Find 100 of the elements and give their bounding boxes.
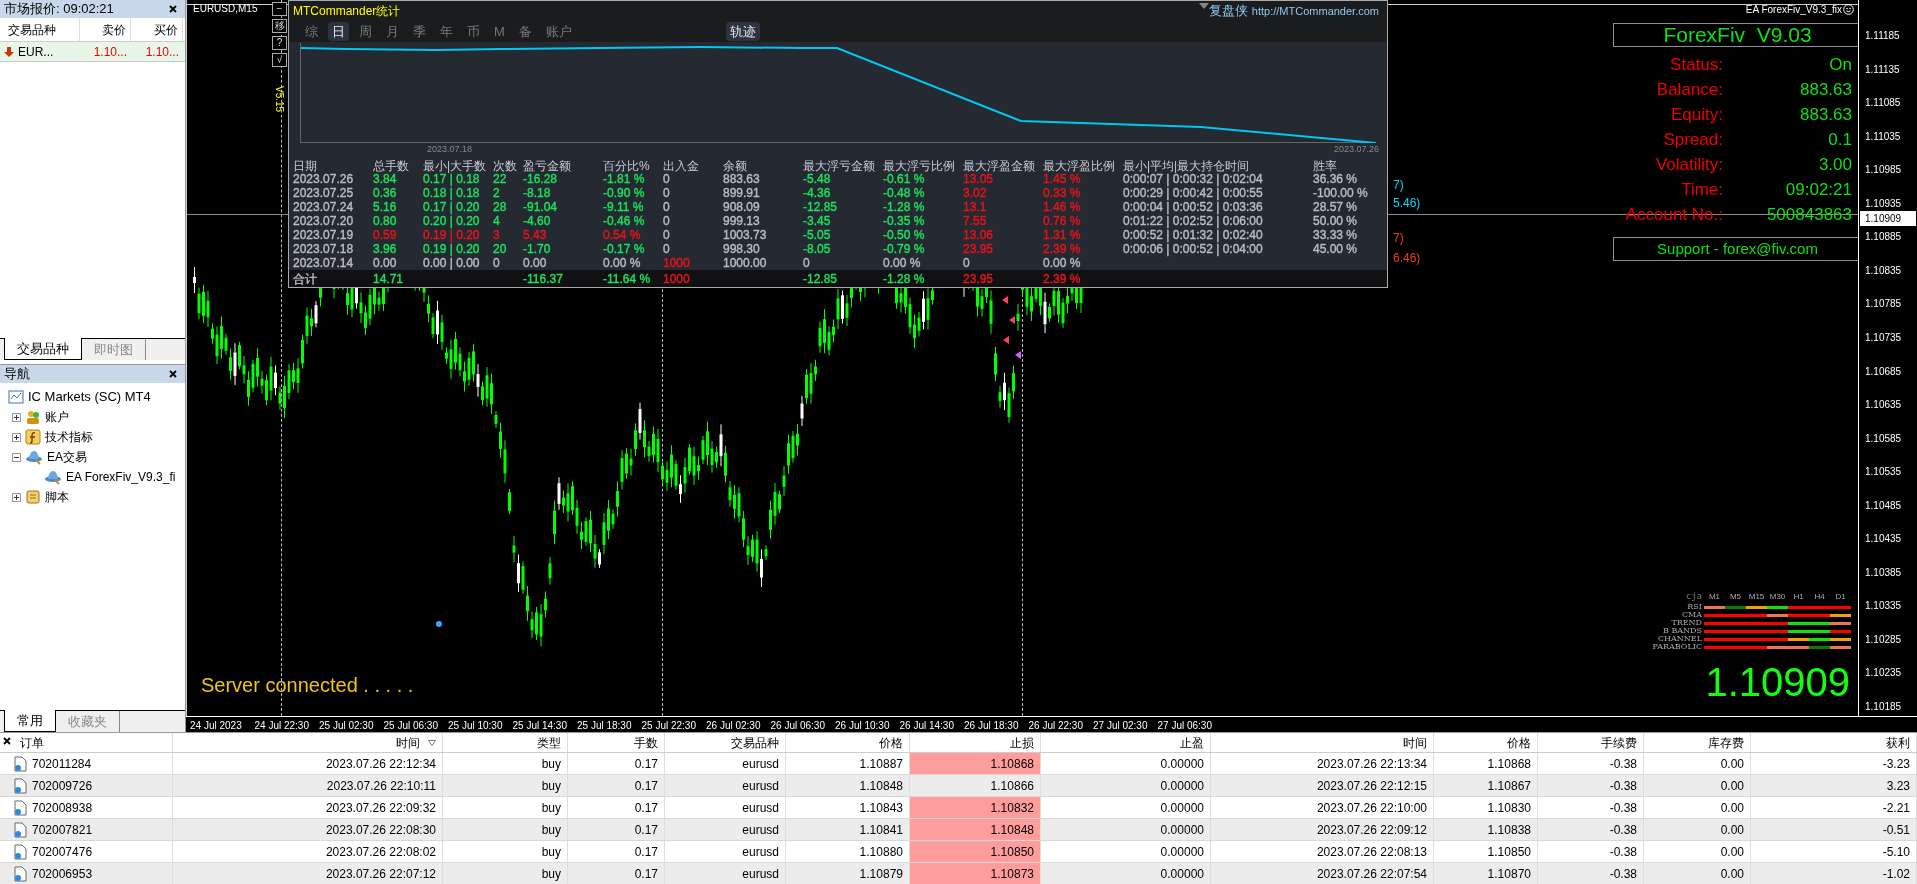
table-cell-text: 0:00:52 | 0:01:32 | 0:02:40 (1123, 229, 1264, 241)
close-icon[interactable] (3, 737, 11, 745)
column-header[interactable]: 订单 (0, 733, 173, 752)
table-cell-text: 0:00:07 | 0:00:32 | 0:02:04 (1123, 173, 1264, 185)
table-cell-text: 0 (663, 215, 671, 227)
table-cell-text: -9.11 % (603, 201, 645, 213)
column-header[interactable]: 交易品种 (0, 18, 80, 41)
website-link[interactable]: http://MTCommander.com (1251, 2, 1379, 19)
table-cell-text: 2023.07.18 (293, 243, 355, 255)
tree-item[interactable]: EA ForexFiv_V9.3_fi (66, 468, 176, 486)
tool-button[interactable]: 移 (272, 19, 287, 33)
field-label: Balance: (1655, 79, 1723, 101)
expand-icon[interactable] (12, 412, 21, 422)
table-cell-text: 899.91 (723, 187, 761, 199)
period-tab[interactable]: 日 (328, 21, 349, 41)
column-header[interactable]: 止盈 (1041, 733, 1211, 752)
table-cell-text: 0:00:06 | 0:00:52 | 0:04:00 (1123, 243, 1264, 255)
table-cell: 0.00 (1644, 841, 1751, 862)
order-row[interactable]: 702007821 2023.07.26 22:08:30 buy 0.17 eurusd 1.10841 1.10848 0.00000 2023.07.26 22:09:12 1.10838 -0.38 0.00 -0.51 (0, 819, 1917, 841)
period-tab[interactable]: 综 (301, 21, 322, 41)
column-header[interactable]: 手续费 (1538, 733, 1644, 752)
table-cell-text: 0.54 % (603, 229, 642, 241)
order-row[interactable]: 702006953 2023.07.26 22:07:12 buy 0.17 eurusd 1.10879 1.10873 0.00000 2023.07.26 22:07:54 1.10870 -0.38 0.00 -1.02 (0, 863, 1917, 884)
column-header[interactable]: 时间 (1211, 733, 1434, 752)
column-header[interactable]: 类型 (443, 733, 568, 752)
period-tab[interactable]: 备 (514, 21, 536, 41)
table-cell-text: 13.06 (963, 229, 995, 241)
expand-icon[interactable] (12, 432, 21, 442)
collapse-icon[interactable] (12, 452, 21, 462)
table-cell-text: 13.1 (963, 201, 988, 213)
order-row[interactable]: 702008938 2023.07.26 22:09:32 buy 0.17 eurusd 1.10843 1.10832 0.00000 2023.07.26 22:10:00 1.10830 -0.38 0.00 -2.21 (0, 797, 1917, 819)
table-cell: buy (443, 797, 568, 818)
tool-button[interactable]: √ (272, 53, 287, 67)
table-cell-text: 2023.07.25 (293, 187, 355, 199)
column-header[interactable]: 手数 (568, 733, 665, 752)
table-cell: -0.38 (1538, 841, 1644, 862)
column-header[interactable]: 库存费 (1644, 733, 1751, 752)
time-tick: 24 Jul 2023 (190, 719, 242, 733)
table-cell-text: 0.19 | 0.20 (423, 229, 481, 241)
table-cell: -0.38 (1538, 775, 1644, 796)
column-header[interactable]: 交易品种 (665, 733, 786, 752)
close-icon[interactable] (169, 5, 177, 13)
table-cell-text: 999.13 (723, 215, 761, 227)
table-cell: 0.00000 (1041, 819, 1211, 840)
track-button[interactable]: 轨迹 (725, 21, 760, 41)
column-header[interactable]: 止损 (910, 733, 1041, 752)
matrix-corner-label: cja (1684, 589, 1703, 603)
expand-icon[interactable] (12, 492, 21, 502)
table-cell-text: 0.76 % (1043, 215, 1082, 227)
column-header[interactable]: 价格 (1434, 733, 1538, 752)
order-row[interactable]: 702007476 2023.07.26 22:08:02 buy 0.17 eurusd 1.10880 1.10850 0.00000 2023.07.26 22:08:13 1.10850 -0.38 0.00 -5.10 (0, 841, 1917, 863)
column-header[interactable]: 时间 (173, 733, 443, 752)
quote-row[interactable]: EUR... 1.10... 1.10... (0, 42, 185, 62)
column-header: 次数 (493, 158, 518, 174)
table-cell-text: 1003.73 (723, 229, 768, 241)
tree-item[interactable]: 技术指标 (45, 428, 93, 446)
caret-icon[interactable] (1199, 3, 1209, 9)
table-cell-text: -0.90 % (603, 187, 646, 199)
time-tick: 27 Jul 02:30 (1093, 719, 1148, 733)
field-label: Status: (1669, 54, 1723, 76)
tree-item[interactable]: 脚本 (45, 488, 69, 506)
tree-item[interactable]: 账户 (45, 408, 69, 426)
order-row[interactable]: 702011284 2023.07.26 22:12:34 buy 0.17 eurusd 1.10887 1.10868 0.00000 2023.07.26 22:13:34 1.10868 -0.38 0.00 -3.23 (0, 753, 1917, 775)
table-cell-text: -100.00 % (1313, 187, 1369, 199)
function-icon (25, 429, 41, 445)
close-icon[interactable] (169, 370, 177, 378)
period-tab[interactable]: 季 (409, 21, 430, 41)
table-cell-text: 2023.07.24 (293, 201, 355, 213)
panel-tab[interactable]: 常用 (4, 710, 56, 732)
table-cell-text: 0.18 | 0.18 (423, 187, 481, 199)
column-header[interactable]: 买价 (131, 18, 183, 41)
column-header[interactable]: 获利 (1751, 733, 1917, 752)
tree-item[interactable]: EA交易 (47, 448, 87, 466)
column-header: 余额 (723, 158, 748, 174)
table-cell: 3.23 (1751, 775, 1917, 796)
table-cell-text: 0:01:22 | 0:02:52 | 0:06:00 (1123, 215, 1264, 227)
table-cell: 2023.07.26 22:10:00 (1211, 797, 1434, 818)
period-tab[interactable]: 年 (436, 21, 457, 41)
column-header[interactable]: 价格 (786, 733, 910, 752)
panel-tab[interactable]: 交易品种 (4, 338, 82, 360)
order-row[interactable]: 702009726 2023.07.26 22:10:11 buy 0.17 eurusd 1.10848 1.10866 0.00000 2023.07.26 22:12:15 1.10867 -0.38 0.00 3.23 (0, 775, 1917, 797)
period-tab[interactable]: 账户 (541, 21, 576, 41)
tool-button[interactable]: ? (272, 36, 287, 50)
bid-price: 1.10... (92, 43, 128, 61)
period-tab[interactable]: 周 (355, 21, 376, 41)
period-tab[interactable]: M (490, 21, 509, 41)
time-tick: 25 Jul 06:30 (383, 719, 438, 733)
price-tick: 1.10785 (1865, 297, 1902, 312)
period-tab[interactable]: 月 (382, 21, 403, 41)
table-cell-text: 3.96 (373, 243, 398, 255)
table-cell-text: 0.17 | 0.20 (423, 201, 481, 213)
table-cell: 2023.07.26 22:10:11 (173, 775, 443, 796)
tree-item[interactable]: IC Markets (SC) MT4 (28, 387, 151, 407)
period-tab[interactable]: 币 (463, 21, 484, 41)
table-cell-text: -4.36 (803, 187, 832, 199)
price-tick: 1.10885 (1865, 230, 1902, 245)
price-tick: 1.10385 (1865, 565, 1902, 580)
tool-button[interactable]: − (272, 2, 287, 16)
column-header[interactable]: 卖价 (80, 18, 131, 41)
price-tick: 1.10985 (1865, 163, 1902, 178)
